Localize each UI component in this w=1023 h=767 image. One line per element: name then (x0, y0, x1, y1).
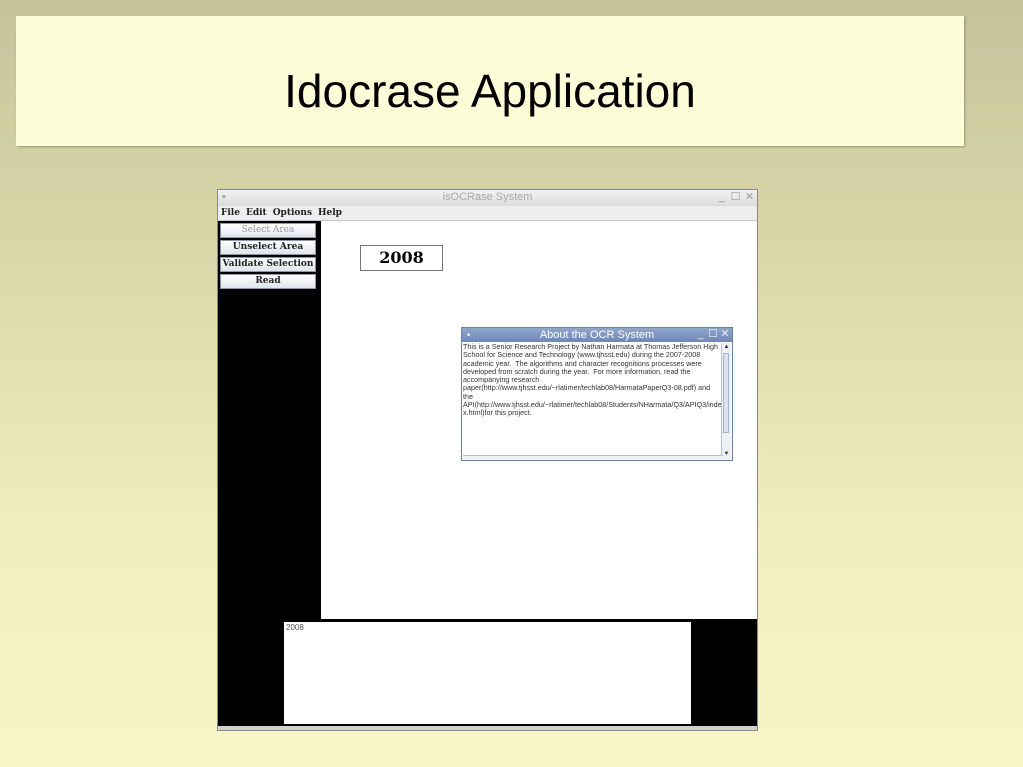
output-textarea[interactable]: 2008 (284, 622, 691, 724)
selected-text-region[interactable]: 2008 (360, 245, 443, 271)
scroll-up-icon[interactable]: ▲ (722, 343, 731, 352)
window-titlebar[interactable]: • isOCRase System _ ☐ ✕ (218, 190, 757, 206)
about-dialog: • About the OCR System _ ☐ ✕ This is a S… (461, 327, 733, 461)
image-canvas[interactable]: 2008 • About the OCR System _ ☐ ✕ This i… (321, 221, 757, 619)
about-horizontal-scrollbar[interactable] (463, 455, 723, 459)
dialog-maximize-icon[interactable]: ☐ (708, 328, 718, 341)
dialog-controls: _ ☐ ✕ (696, 328, 730, 341)
menu-bar: File Edit Options Help (218, 206, 757, 221)
validate-selection-button[interactable]: Validate Selection (220, 257, 316, 272)
window-title: isOCRase System (442, 191, 533, 203)
slide-title-box: Idocrase Application (16, 16, 964, 146)
about-text: This is a Senior Research Project by Nat… (463, 343, 722, 418)
app-window: • isOCRase System _ ☐ ✕ File Edit Options H… (217, 189, 758, 731)
dialog-close-icon[interactable]: ✕ (720, 328, 730, 341)
maximize-icon[interactable]: ☐ (730, 191, 741, 204)
scroll-down-icon[interactable]: ▼ (722, 450, 731, 459)
menu-help[interactable]: Help (315, 206, 345, 218)
menu-file[interactable]: File (218, 206, 243, 218)
close-icon[interactable]: ✕ (744, 191, 755, 204)
scroll-thumb[interactable] (723, 353, 729, 433)
about-vertical-scrollbar[interactable]: ▲ ▼ (721, 343, 731, 459)
about-dialog-title: About the OCR System (539, 329, 655, 341)
window-controls: _ ☐ ✕ (716, 191, 755, 204)
menu-edit[interactable]: Edit (243, 206, 270, 218)
sidebar: Select Area Unselect Area Validate Selec… (218, 221, 321, 624)
minimize-icon[interactable]: _ (716, 191, 727, 204)
slide-title: Idocrase Application (284, 65, 696, 117)
dialog-menu-icon[interactable]: • (467, 328, 470, 342)
read-button[interactable]: Read (220, 274, 316, 289)
about-dialog-titlebar[interactable]: • About the OCR System _ ☐ ✕ (462, 328, 732, 342)
unselect-area-button[interactable]: Unselect Area (220, 240, 316, 255)
select-area-button[interactable]: Select Area (220, 223, 316, 238)
menu-options[interactable]: Options (270, 206, 315, 218)
window-bottom-edge (218, 726, 757, 730)
dialog-minimize-icon[interactable]: _ (696, 328, 706, 341)
